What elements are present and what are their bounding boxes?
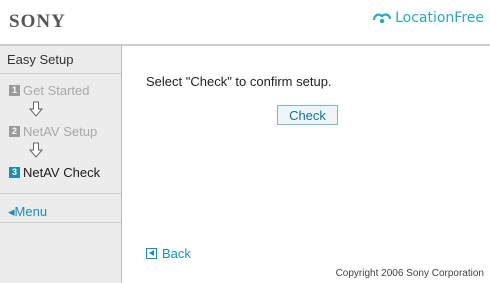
- back-label: Back: [162, 246, 191, 261]
- arrow-down-icon: [29, 101, 43, 117]
- sony-logo: SONY: [9, 11, 66, 32]
- header: SONY LocationFree: [0, 0, 490, 44]
- locationfree-logo-icon: [372, 13, 392, 24]
- sidebar-title: Easy Setup: [0, 46, 121, 74]
- locationfree-logo-text: LocationFree: [395, 10, 484, 26]
- sidebar-divider: [0, 222, 121, 223]
- back-arrow-icon: [146, 248, 157, 259]
- sidebar-divider: [0, 193, 121, 194]
- menu-link[interactable]: ◂Menu: [8, 204, 47, 220]
- step-number: 2: [9, 126, 20, 137]
- step-label: Get Started: [23, 83, 90, 98]
- step-netav-setup: 2 NetAV Setup: [9, 124, 97, 139]
- step-number: 3: [9, 167, 20, 178]
- step-label: NetAV Check: [23, 165, 101, 180]
- sidebar: Easy Setup 1 Get Started 2 NetAV Setup 3…: [0, 46, 122, 283]
- back-link[interactable]: Back: [146, 246, 191, 261]
- step-get-started: 1 Get Started: [9, 83, 89, 98]
- step-netav-check: 3 NetAV Check: [9, 165, 100, 180]
- locationfree-logo: LocationFree: [372, 10, 484, 26]
- instruction-text: Select "Check" to confirm setup.: [146, 74, 332, 89]
- step-label: NetAV Setup: [23, 124, 98, 139]
- step-number: 1: [9, 85, 20, 96]
- check-button[interactable]: Check: [277, 105, 338, 125]
- arrow-down-icon: [29, 142, 43, 158]
- copyright-text: Copyright 2006 Sony Corporation: [335, 268, 484, 279]
